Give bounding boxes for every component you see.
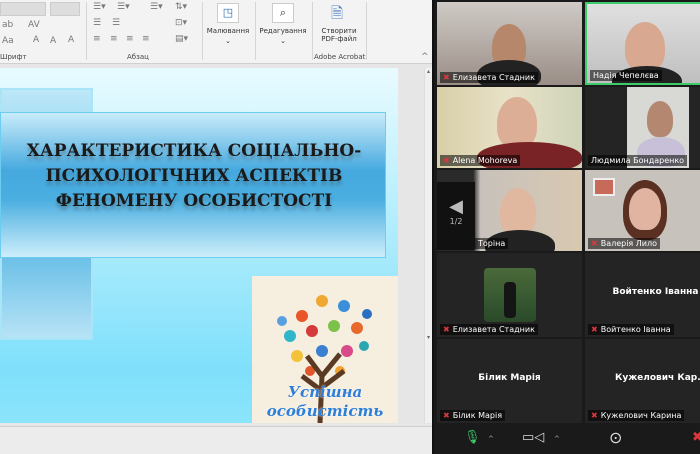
muted-mic-icon: ✖ [591,325,598,334]
zoom-gallery: ✖ Елизавета Стадник Надія Чепелєва ✖ Alena… [432,0,700,454]
participant-tile[interactable]: Білик Марія ✖ Білик Марія [437,339,582,423]
search-icon[interactable]: ⌕ [272,3,294,23]
participant-display-name: Білик Марія [478,373,541,383]
justify-icon[interactable]: ≡ [142,34,150,44]
participant-tile[interactable]: ✖ Елизавета Стадник [437,2,582,85]
participant-tile[interactable]: ✖ Валерія Лило [585,170,700,251]
participant-name: Елизавета Стадник [452,325,535,334]
align-center-icon[interactable]: ≡ [110,34,118,44]
editing-button[interactable]: Редагування [256,27,310,35]
shrink-font-icon[interactable]: A [50,36,56,46]
group-label-font: Шрифт [0,53,27,61]
logo-text: Успішна особистість [266,383,384,420]
video-camera-icon[interactable]: ▭◁ [522,430,544,445]
page-indicator: 1/2 [449,217,463,226]
pdf-icon: 🗎 [331,4,344,22]
chevron-down-icon[interactable]: ⌄ [256,37,310,45]
participant-tile[interactable]: Людмила Бондаренко [585,87,700,168]
slide-title: ХАРАКТЕРИСТИКА СОЦІАЛЬНО-ПСИХОЛОГІЧНИХ А… [26,141,362,211]
drawing-button[interactable]: Малювання [203,27,253,35]
participant-tile[interactable]: Кужелович Кар... ✖ Кужелович Карина [585,339,700,423]
previous-page-button[interactable]: ◀ 1/2 [437,182,475,250]
participant-name: Alena Mohoreva [452,156,518,165]
participant-name: Білик Марія [452,411,503,420]
muted-mic-icon: ✖ [443,325,450,334]
bullets-icon[interactable]: ☰▾ [93,2,106,12]
video-options-caret[interactable]: ^ [554,435,560,443]
collapse-ribbon-icon[interactable]: ^ [421,52,429,62]
muted-mic-icon: ✖ [591,411,598,420]
ribbon: ab AV Aa A A A Шрифт ☰▾ ☰▾ ☰▾ ⇅▾ ☰ ☰ ⊡▾ … [0,0,432,64]
font-name-combo[interactable] [0,2,46,16]
audio-options-caret[interactable]: ^ [488,435,494,443]
drawing-icon[interactable]: ◳ [217,3,239,23]
line-spacing-icon[interactable]: ☰▾ [150,2,163,12]
end-icon[interactable]: ✖ [692,430,700,445]
clear-format-icon[interactable]: A [68,35,74,45]
participant-name: Людмила Бондаренко [591,156,685,165]
strikethrough-icon[interactable]: ab [2,20,13,30]
title-box[interactable]: ХАРАКТЕРИСТИКА СОЦІАЛЬНО-ПСИХОЛОГІЧНИХ А… [0,112,386,258]
align-left-icon[interactable]: ≡ [93,34,101,44]
participant-tile-active[interactable]: Надія Чепелєва [585,2,700,85]
microphone-icon[interactable]: 🎙 [464,430,481,445]
muted-mic-icon: ✖ [443,411,450,420]
participant-tile[interactable]: Войтенко Іванна ✖ Войтенко Іванна [585,253,700,337]
group-label-acrobat: Adobe Acrobat [314,53,366,61]
text-direction-icon[interactable]: ⇅▾ [175,2,187,12]
meeting-toolbar: 🎙 ^ ▭◁ ^ ⊙ ✖ [434,426,700,454]
numbering-icon[interactable]: ☰▾ [117,2,130,12]
powerpoint-window: ab AV Aa A A A Шрифт ☰▾ ☰▾ ☰▾ ⇅▾ ☰ ☰ ⊡▾ … [0,0,432,454]
status-bar [0,426,432,454]
chevron-left-icon: ◀ [449,196,463,217]
slide-canvas[interactable]: ХАРАКТЕРИСТИКА СОЦІАЛЬНО-ПСИХОЛОГІЧНИХ А… [0,68,398,423]
participant-name: Надія Чепелєва [593,71,659,80]
muted-mic-icon: ✖ [443,73,450,82]
muted-mic-icon: ✖ [443,156,450,165]
group-label-paragraph: Абзац [127,53,149,61]
increase-indent-icon[interactable]: ☰ [112,18,120,28]
vertical-scrollbar[interactable]: ▴ ▾ [424,68,432,423]
participant-tile[interactable]: ✖ Alena Mohoreva [437,87,582,168]
grow-font-icon[interactable]: A [33,35,39,45]
align-text-icon[interactable]: ⊡▾ [175,18,187,28]
change-case-icon[interactable]: Aa [2,36,14,46]
more-icon[interactable]: ⊙ [609,428,622,447]
char-spacing-icon[interactable]: AV [28,20,40,30]
chevron-down-icon[interactable]: ⌄ [203,37,253,45]
create-pdf-button[interactable]: Створити PDF-файл [314,27,364,43]
participant-tile[interactable]: ✖ Елизавета Стадник [437,253,582,337]
logo-image: Успішна особистість [252,276,398,423]
decrease-indent-icon[interactable]: ☰ [93,18,101,28]
participant-name: Елизавета Стадник [452,73,535,82]
participant-display-name: Войтенко Іванна [612,287,699,297]
participant-name: Кужелович Карина [600,411,682,420]
participant-name: Валерія Лило [600,239,658,248]
avatar [484,268,536,322]
align-right-icon[interactable]: ≡ [126,34,134,44]
font-size-combo[interactable] [50,2,80,16]
smartart-icon[interactable]: ▤▾ [175,34,188,44]
participant-name: Войтенко Іванна [600,325,671,334]
participant-display-name: Кужелович Кар... [615,373,700,383]
muted-mic-icon: ✖ [591,239,598,248]
